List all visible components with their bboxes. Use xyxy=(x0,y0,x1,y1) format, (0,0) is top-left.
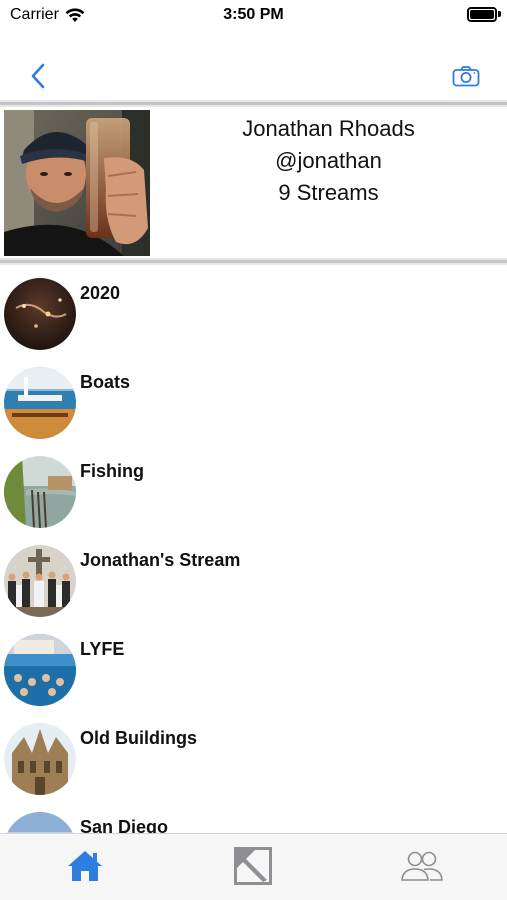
section-divider-top xyxy=(0,100,507,107)
battery-cap xyxy=(498,11,501,17)
tab-bar xyxy=(0,833,507,900)
stream-thumbnail xyxy=(4,723,76,795)
stream-name: Fishing xyxy=(80,461,144,481)
profile-header: Jonathan Rhoads @jonathan 9 Streams xyxy=(0,107,507,258)
stream-item-2020[interactable]: 2020 xyxy=(0,265,507,354)
battery-icon xyxy=(467,7,497,22)
section-divider-bottom xyxy=(0,258,507,265)
stream-thumbnail xyxy=(4,812,76,833)
stream-thumbnail xyxy=(4,456,76,528)
camera-button[interactable] xyxy=(449,60,483,92)
status-bar: Carrier 3:50 PM xyxy=(0,0,507,32)
camera-icon xyxy=(452,66,480,87)
image-post-icon xyxy=(234,847,272,885)
profile-handle: @jonathan xyxy=(275,148,382,173)
nav-bar xyxy=(0,46,507,102)
back-button[interactable] xyxy=(22,60,54,92)
stream-item-lyfe[interactable]: LYFE xyxy=(0,621,507,710)
stream-list: 2020 Boats Fishing Jonathan's Stream LYF… xyxy=(0,265,507,833)
profile-stream-count: 9 Streams xyxy=(278,180,379,205)
status-time: 3:50 PM xyxy=(223,6,284,23)
profile-avatar[interactable] xyxy=(4,110,150,256)
stream-name: Old Buildings xyxy=(80,728,197,748)
stream-item-san-diego[interactable]: San Diego xyxy=(0,799,507,833)
people-icon xyxy=(401,851,443,881)
stream-name: LYFE xyxy=(80,639,125,659)
stream-name: Jonathan's Stream xyxy=(80,550,241,570)
stream-thumbnail xyxy=(4,545,76,617)
stream-thumbnail xyxy=(4,278,76,350)
stream-item-jonathans-stream[interactable]: Jonathan's Stream xyxy=(0,532,507,621)
tab-people[interactable] xyxy=(392,844,452,888)
stream-item-boats[interactable]: Boats xyxy=(0,354,507,443)
stream-item-fishing[interactable]: Fishing xyxy=(0,443,507,532)
profile-name: Jonathan Rhoads xyxy=(242,116,415,141)
stream-item-old-buildings[interactable]: Old Buildings xyxy=(0,710,507,799)
home-icon xyxy=(68,851,102,881)
stream-name: 2020 xyxy=(80,283,121,303)
profile-info: Jonathan Rhoads @jonathan 9 Streams xyxy=(150,113,507,209)
stream-thumbnail xyxy=(4,367,76,439)
tab-post[interactable] xyxy=(223,844,283,888)
tab-home[interactable] xyxy=(55,844,115,888)
chevron-left-icon xyxy=(31,63,45,89)
stream-name: San Diego xyxy=(80,817,169,833)
stream-thumbnail xyxy=(4,634,76,706)
stream-name: Boats xyxy=(80,372,131,392)
